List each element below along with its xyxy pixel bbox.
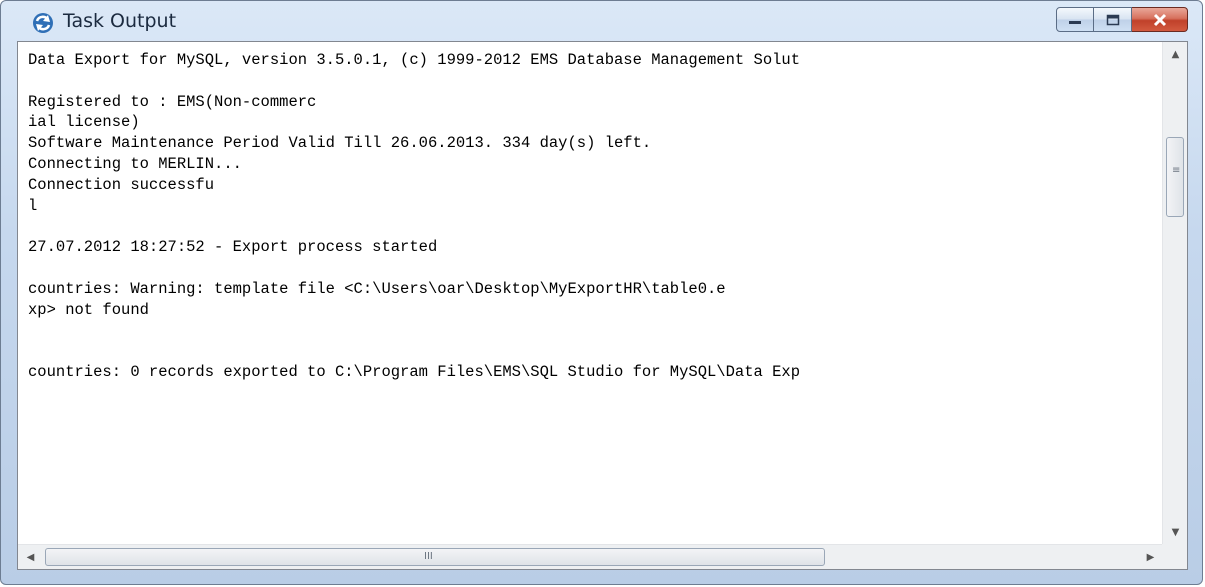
output-line: countries: 0 records exported to C:\Prog… xyxy=(28,362,801,381)
output-line: Data Export for MySQL, version 3.5.0.1, … xyxy=(28,51,801,69)
caption-buttons xyxy=(1056,7,1188,35)
output-panel: Data Export for MySQL, version 3.5.0.1, … xyxy=(17,41,1188,570)
output-line: countries: Warning: template file <C:\Us… xyxy=(28,279,726,298)
scroll-grip-icon: ≡ xyxy=(1172,165,1181,176)
window-title: Task Output xyxy=(63,10,177,32)
scrollbar-corner xyxy=(1162,544,1187,569)
vertical-scroll-thumb[interactable]: ≡ xyxy=(1166,137,1184,217)
maximize-icon xyxy=(1106,14,1119,25)
output-line: l xyxy=(28,196,38,215)
task-output-window: Task Output Data Export for MySQL, versi… xyxy=(0,0,1203,585)
output-text-area[interactable]: Data Export for MySQL, version 3.5.0.1, … xyxy=(18,42,1163,545)
output-line: xp> not found xyxy=(28,300,149,319)
scroll-grip-icon: III xyxy=(424,551,433,562)
vertical-scrollbar[interactable]: ▲ ≡ ▼ xyxy=(1162,42,1187,545)
maximize-button[interactable] xyxy=(1094,7,1132,32)
refresh-arrows-icon xyxy=(33,13,53,33)
scroll-right-arrow-icon[interactable]: ▶ xyxy=(1138,545,1163,570)
output-line: Software Maintenance Period Valid Till 2… xyxy=(28,134,652,153)
output-line: 27.07.2012 18:27:52 - Export process sta… xyxy=(28,238,438,257)
output-line: Registered to : EMS(Non-commerc xyxy=(28,92,317,111)
close-button[interactable] xyxy=(1132,7,1188,32)
horizontal-scrollbar[interactable]: ◀ III ▶ xyxy=(18,544,1163,569)
output-line: ial license) xyxy=(28,113,140,132)
output-line: Connection successfu xyxy=(28,175,215,194)
close-icon xyxy=(1153,13,1166,26)
output-line: Connecting to MERLIN... xyxy=(28,154,242,173)
minimize-icon xyxy=(1069,20,1081,24)
scroll-up-arrow-icon[interactable]: ▲ xyxy=(1163,42,1188,67)
scroll-down-arrow-icon[interactable]: ▼ xyxy=(1163,520,1188,545)
minimize-button[interactable] xyxy=(1056,7,1094,32)
scroll-left-arrow-icon[interactable]: ◀ xyxy=(18,545,43,570)
title-bar[interactable]: Task Output xyxy=(1,1,1202,41)
horizontal-scroll-thumb[interactable]: III xyxy=(45,548,825,566)
